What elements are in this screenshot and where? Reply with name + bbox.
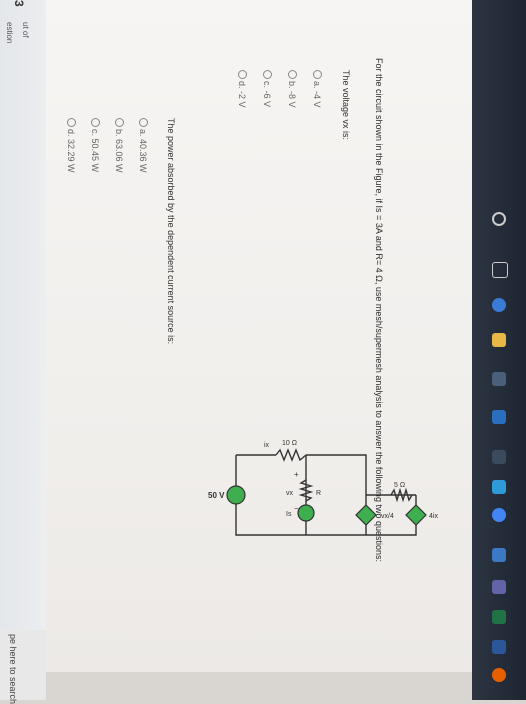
task-view-icon[interactable] bbox=[492, 262, 508, 278]
store-icon[interactable] bbox=[492, 372, 506, 386]
q1-option-b[interactable]: b. -8 V bbox=[287, 70, 297, 108]
r10-label: 10 Ω bbox=[282, 440, 297, 447]
question-number: 3 bbox=[12, 0, 26, 7]
app-icon[interactable] bbox=[492, 480, 506, 494]
radio-icon[interactable] bbox=[91, 118, 100, 127]
q1-option-c[interactable]: c. -6 V bbox=[262, 70, 272, 107]
question-panel bbox=[46, 0, 506, 672]
dep-v-label: vx/4 bbox=[381, 513, 394, 520]
q1-option-a[interactable]: a. -4 V bbox=[312, 70, 322, 108]
q2-label: The power absorbed by the dependent curr… bbox=[166, 118, 176, 345]
source-50v-label: 50 V bbox=[208, 491, 225, 500]
question-label: estion bbox=[5, 22, 14, 44]
chrome-icon[interactable] bbox=[492, 508, 506, 522]
teams-icon[interactable] bbox=[492, 580, 506, 594]
search-placeholder: pe here to search bbox=[8, 634, 18, 704]
radio-icon[interactable] bbox=[313, 70, 322, 79]
radio-icon[interactable] bbox=[263, 70, 272, 79]
vx-minus: − bbox=[294, 504, 299, 513]
q1-option-d[interactable]: d. -2 V bbox=[237, 70, 247, 108]
camera-icon[interactable] bbox=[492, 548, 506, 562]
firefox-icon[interactable] bbox=[492, 668, 506, 682]
radio-icon[interactable] bbox=[288, 70, 297, 79]
dep-i-label: 4ix bbox=[429, 513, 438, 520]
taskbar-search-box[interactable]: pe here to search bbox=[0, 630, 46, 704]
r5-label: 5 Ω bbox=[394, 482, 405, 489]
is-label: Is bbox=[286, 511, 292, 518]
radio-icon[interactable] bbox=[67, 118, 76, 127]
excel-icon[interactable] bbox=[492, 610, 506, 624]
radio-icon[interactable] bbox=[238, 70, 247, 79]
play-icon[interactable] bbox=[492, 450, 506, 464]
q2-option-b[interactable]: b. 63.06 W bbox=[114, 118, 124, 173]
mail-icon[interactable] bbox=[492, 410, 506, 424]
quiz-sidebar: 3 ut of estion bbox=[0, 0, 47, 672]
windows-taskbar bbox=[472, 0, 526, 700]
radio-icon[interactable] bbox=[115, 118, 124, 127]
folder-icon[interactable] bbox=[492, 333, 506, 347]
circuit-diagram: 50 V Is vx/4 4ix 10 Ω ix 5 Ω R vx + − bbox=[208, 440, 438, 536]
q2-option-a[interactable]: a. 40.36 W bbox=[138, 118, 148, 173]
radio-icon[interactable] bbox=[139, 118, 148, 127]
edge-icon[interactable] bbox=[492, 298, 506, 312]
q2-option-c[interactable]: c. 50.45 W bbox=[90, 118, 100, 172]
vx-label: vx bbox=[286, 490, 294, 497]
ix-label: ix bbox=[264, 442, 270, 449]
vx-plus: + bbox=[294, 470, 299, 479]
word-icon[interactable] bbox=[492, 640, 506, 654]
out-of-text: ut of bbox=[21, 22, 30, 38]
q1-label: The voltage vx is: bbox=[341, 70, 351, 141]
q2-option-d[interactable]: d. 32.29 W bbox=[66, 118, 76, 173]
r-label: R bbox=[316, 490, 321, 497]
cortana-icon[interactable] bbox=[492, 212, 506, 226]
